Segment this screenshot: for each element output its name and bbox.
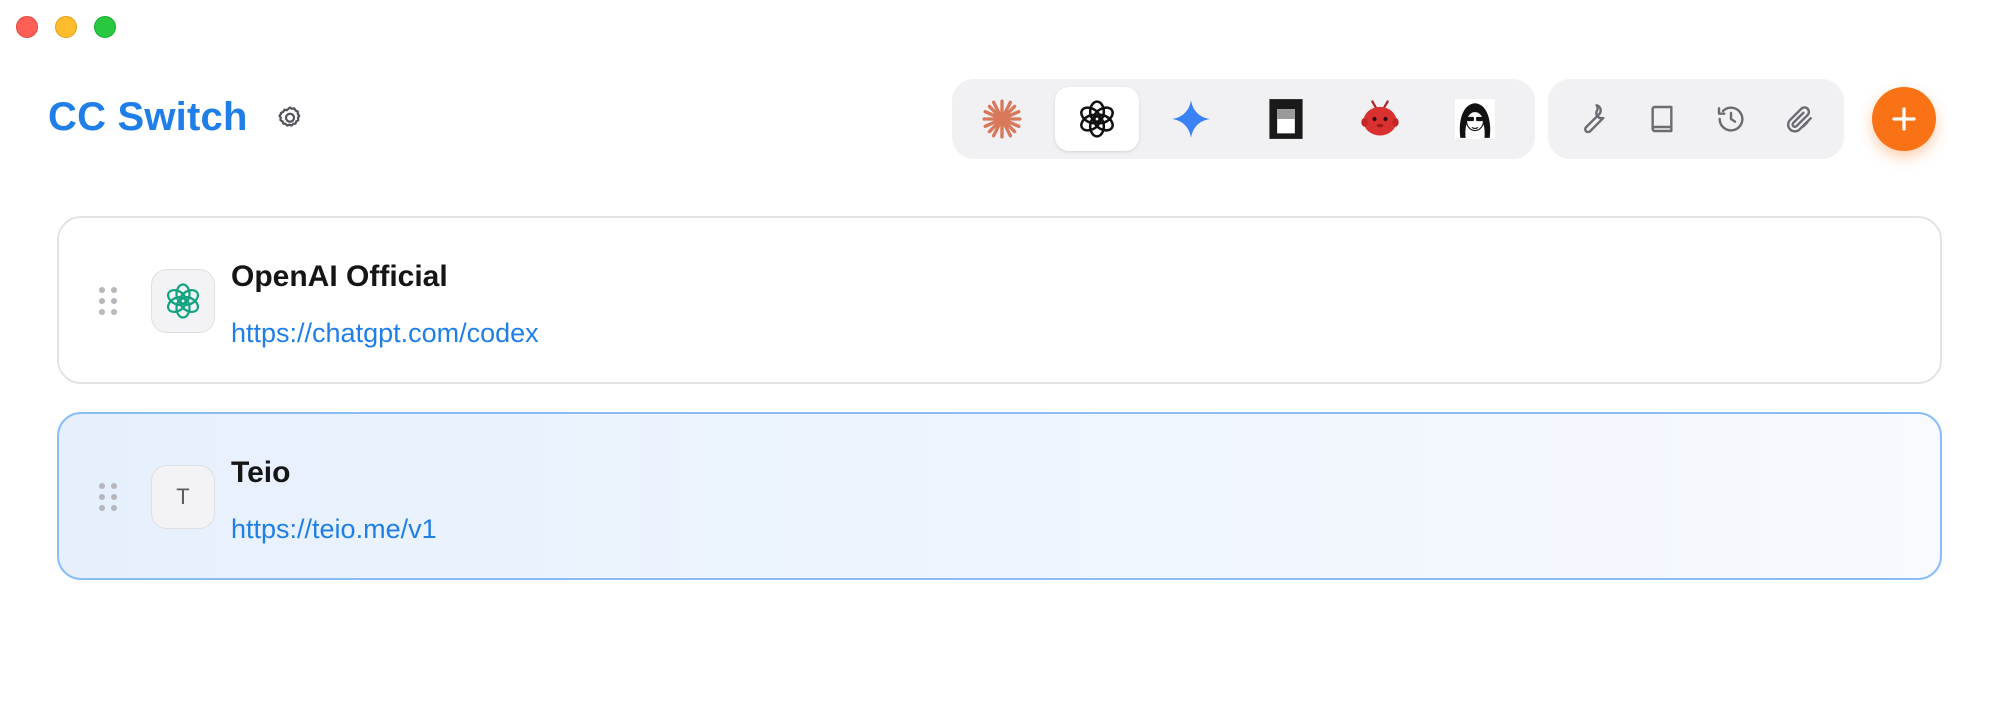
window-maximize-button[interactable] bbox=[94, 16, 116, 38]
tool-group bbox=[1548, 79, 1844, 159]
tools-button[interactable] bbox=[1565, 91, 1621, 147]
provider-url-link[interactable]: https://chatgpt.com/codex bbox=[231, 318, 539, 349]
drag-handle[interactable] bbox=[99, 483, 117, 511]
claude-sunburst-icon bbox=[982, 99, 1022, 139]
history-icon bbox=[1717, 106, 1744, 132]
book-icon bbox=[1650, 105, 1673, 133]
window-minimize-button[interactable] bbox=[55, 16, 77, 38]
docs-button[interactable] bbox=[1634, 91, 1690, 147]
tab-red-mascot[interactable] bbox=[1338, 87, 1423, 151]
tab-terminal[interactable] bbox=[1244, 87, 1329, 151]
provider-name: OpenAI Official bbox=[231, 260, 448, 293]
wrench-icon bbox=[1583, 104, 1604, 134]
provider-card[interactable]: OpenAI Official https://chatgpt.com/code… bbox=[57, 216, 1942, 384]
add-provider-button[interactable] bbox=[1872, 87, 1936, 151]
provider-icon: T bbox=[151, 465, 215, 529]
provider-url-link[interactable]: https://teio.me/v1 bbox=[231, 514, 437, 545]
window-controls bbox=[16, 16, 116, 38]
provider-initial: T bbox=[176, 484, 190, 509]
settings-button[interactable] bbox=[272, 101, 308, 137]
openai-knot-icon bbox=[1079, 100, 1114, 138]
tab-claude[interactable] bbox=[960, 87, 1045, 151]
tab-avatar-girl[interactable] bbox=[1433, 87, 1518, 151]
openai-knot-icon bbox=[166, 283, 200, 319]
tab-gemini[interactable] bbox=[1149, 87, 1234, 151]
drag-handle[interactable] bbox=[99, 287, 117, 315]
provider-icon bbox=[151, 269, 215, 333]
app-title: CC Switch bbox=[48, 95, 248, 139]
app-switcher bbox=[952, 79, 1535, 159]
window-close-button[interactable] bbox=[16, 16, 38, 38]
anime-girl-icon bbox=[1454, 99, 1495, 139]
gear-icon bbox=[278, 106, 301, 127]
app-window: CC Switch OpenAI Official https://chatgp… bbox=[0, 0, 2000, 711]
history-button[interactable] bbox=[1703, 91, 1759, 147]
provider-card-selected[interactable]: T Teio https://teio.me/v1 bbox=[57, 412, 1942, 580]
gemini-sparkle-icon bbox=[1172, 100, 1211, 138]
tab-codex[interactable] bbox=[1054, 87, 1139, 151]
paperclip-icon bbox=[1786, 106, 1812, 133]
red-mascot-icon bbox=[1361, 100, 1399, 136]
terminal-block-icon bbox=[1269, 99, 1303, 139]
attachments-button[interactable] bbox=[1772, 91, 1828, 147]
plus-icon bbox=[1892, 107, 1916, 131]
provider-name: Teio bbox=[231, 456, 291, 489]
